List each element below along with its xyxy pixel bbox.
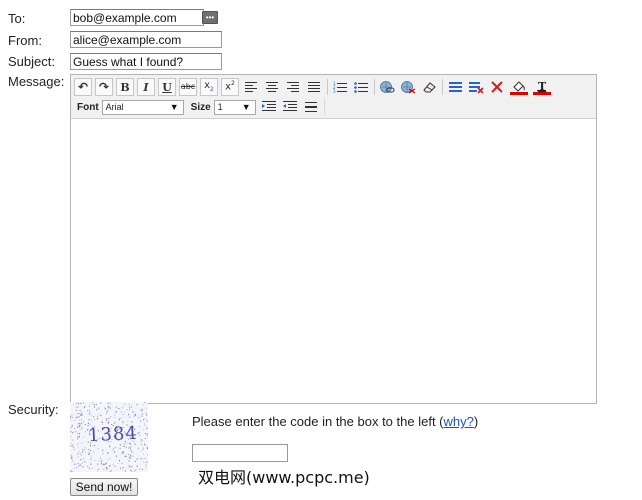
text-color-icon: T bbox=[533, 80, 551, 95]
font-select[interactable]: Arial ▼ bbox=[101, 99, 184, 115]
ellipsis-icon: ••• bbox=[205, 12, 215, 22]
message-body[interactable] bbox=[71, 119, 596, 403]
align-right-icon bbox=[287, 82, 299, 92]
align-center-button[interactable] bbox=[263, 78, 281, 96]
clear-format-icon bbox=[468, 81, 484, 94]
indent-button[interactable] bbox=[260, 98, 278, 116]
font-select-value: Arial bbox=[105, 102, 124, 112]
insert-link-button[interactable] bbox=[378, 78, 396, 96]
send-button[interactable]: Send now! bbox=[70, 478, 138, 496]
svg-text:3: 3 bbox=[333, 89, 336, 93]
subscript-button[interactable]: x2 bbox=[200, 78, 218, 96]
subscript-icon: x2 bbox=[204, 80, 214, 93]
from-field[interactable] bbox=[70, 31, 222, 48]
eraser-button[interactable] bbox=[420, 78, 438, 96]
strikethrough-button[interactable]: abc bbox=[179, 78, 197, 96]
horizontal-rule-icon bbox=[304, 102, 317, 112]
close-red-icon bbox=[491, 81, 503, 93]
unlink-icon bbox=[401, 81, 416, 94]
captcha-prompt: Please enter the code in the box to the … bbox=[192, 414, 478, 429]
captcha-prompt-text: Please enter the code in the box to the … bbox=[192, 414, 444, 429]
outdent-icon bbox=[282, 101, 297, 111]
justify-button[interactable] bbox=[305, 78, 323, 96]
toolbar-separator bbox=[374, 79, 375, 95]
undo-button[interactable]: ↶ bbox=[74, 78, 92, 96]
align-right-button[interactable] bbox=[284, 78, 302, 96]
fill-color-icon bbox=[510, 81, 528, 95]
text-color-button[interactable]: T bbox=[532, 78, 552, 96]
captcha-input[interactable] bbox=[192, 444, 288, 462]
bold-button[interactable]: B bbox=[116, 78, 134, 96]
strikethrough-icon: abc bbox=[180, 82, 196, 91]
italic-icon: I bbox=[143, 80, 149, 94]
clear-format-button[interactable] bbox=[467, 78, 485, 96]
watermark-text: 双电网(www.pcpc.me) bbox=[198, 468, 370, 487]
toolbar-separator bbox=[327, 79, 328, 95]
superscript-icon: x2 bbox=[225, 80, 235, 93]
toolbar-row-1: ↶ ↷ B I U abc x2 x2 1 2 3 T bbox=[74, 77, 555, 97]
align-center-icon bbox=[266, 82, 278, 92]
captcha-code: 1384 bbox=[87, 422, 139, 447]
subject-field[interactable] bbox=[70, 53, 222, 70]
toolbar-separator bbox=[442, 79, 443, 95]
security-label: Security: bbox=[8, 402, 59, 417]
bold-icon: B bbox=[120, 80, 130, 94]
chevron-down-icon: ▼ bbox=[169, 102, 179, 112]
editor-toolbar: ↶ ↷ B I U abc x2 x2 1 2 3 T Font Arial ▼… bbox=[71, 75, 596, 119]
fill-color-button[interactable] bbox=[509, 78, 529, 96]
toolbar-separator bbox=[323, 99, 325, 115]
remove-link-button[interactable] bbox=[399, 78, 417, 96]
align-left-icon bbox=[245, 82, 257, 92]
message-label: Message: bbox=[8, 74, 65, 89]
svg-text:T: T bbox=[538, 80, 547, 93]
outdent-button[interactable] bbox=[281, 98, 299, 116]
size-select[interactable]: 1 ▼ bbox=[213, 99, 256, 115]
align-justify-icon bbox=[308, 82, 320, 92]
from-label: From: bbox=[8, 33, 42, 48]
message-editor: ↶ ↷ B I U abc x2 x2 1 2 3 T Font Arial ▼… bbox=[70, 74, 597, 404]
superscript-button[interactable]: x2 bbox=[221, 78, 239, 96]
size-select-value: 1 bbox=[217, 102, 223, 112]
captcha-prompt-close: ) bbox=[473, 414, 479, 429]
redo-button[interactable]: ↷ bbox=[95, 78, 113, 96]
horizontal-rule-button[interactable] bbox=[302, 98, 320, 116]
undo-icon: ↶ bbox=[77, 80, 89, 94]
toolbar-row-2: Font Arial ▼ Size 1 ▼ bbox=[74, 97, 328, 117]
ordered-list-button[interactable]: 1 2 3 bbox=[331, 78, 349, 96]
size-label: Size bbox=[190, 101, 211, 113]
underline-button[interactable]: U bbox=[158, 78, 176, 96]
unordered-list-icon bbox=[354, 82, 368, 93]
indent-icon bbox=[261, 101, 276, 111]
italic-button[interactable]: I bbox=[137, 78, 155, 96]
blue-paragraph-icon bbox=[448, 82, 462, 92]
redo-icon: ↷ bbox=[98, 80, 110, 94]
captcha-image: 1384 bbox=[70, 402, 148, 472]
unordered-list-button[interactable] bbox=[352, 78, 370, 96]
subject-label: Subject: bbox=[8, 54, 55, 69]
ordered-list-icon: 1 2 3 bbox=[333, 81, 347, 93]
address-book-button[interactable]: ••• bbox=[202, 11, 218, 24]
to-label: To: bbox=[8, 11, 26, 26]
link-icon bbox=[380, 81, 395, 93]
close-button[interactable] bbox=[488, 78, 506, 96]
eraser-icon bbox=[423, 82, 436, 93]
why-link[interactable]: why? bbox=[444, 414, 474, 429]
align-left-button[interactable] bbox=[242, 78, 260, 96]
to-field[interactable] bbox=[70, 9, 204, 26]
font-label: Font bbox=[77, 101, 99, 113]
underline-icon: U bbox=[162, 80, 172, 94]
blue-paragraph-button[interactable] bbox=[446, 78, 464, 96]
chevron-down-icon: ▼ bbox=[241, 102, 251, 112]
